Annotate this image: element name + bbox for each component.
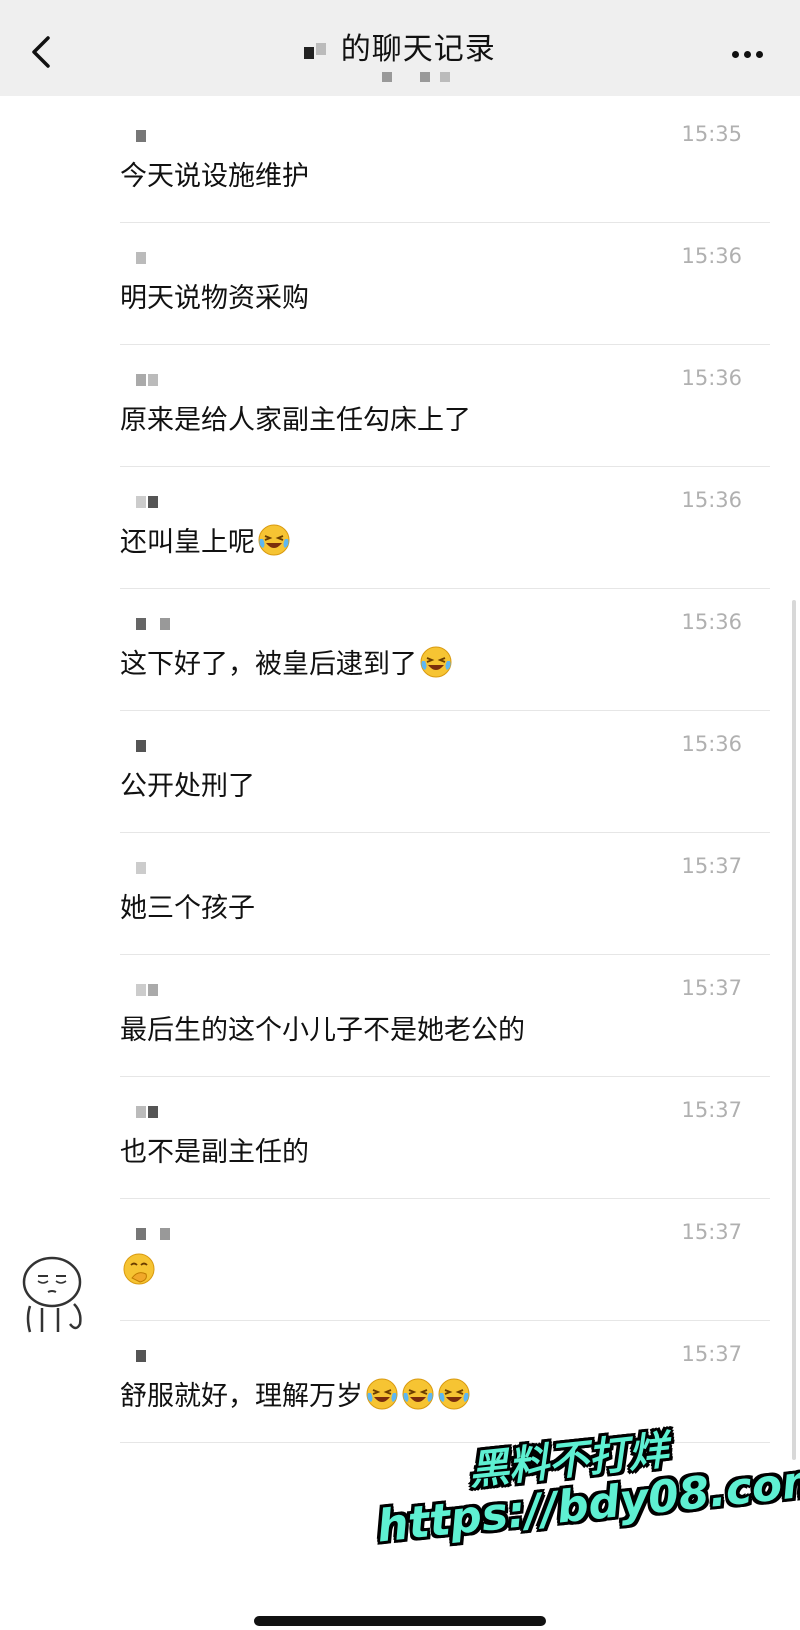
message-row[interactable]: 15:36 公开处刑了: [120, 706, 770, 833]
sender-name-censored: [136, 740, 176, 754]
message-row[interactable]: 15:36 这下好了，被皇后逮到了: [120, 584, 770, 711]
message-text: 也不是副主任的: [120, 1130, 309, 1169]
message-text-content: 这下好了，被皇后逮到了: [120, 649, 417, 680]
message-time: 15:37: [681, 1220, 742, 1244]
laughing-tears-emoji: [420, 646, 452, 678]
nav-header: 的聊天记录: [0, 0, 800, 96]
sender-name-censored: [136, 618, 176, 632]
message-row[interactable]: 15:37: [120, 1194, 770, 1321]
message-text: 舒服就好，理解万岁: [120, 1374, 471, 1413]
ellipsis-icon: [732, 51, 739, 58]
sender-name-censored: [136, 252, 176, 266]
message-time: 15:37: [681, 1342, 742, 1366]
message-row[interactable]: 15:36 还叫皇上呢: [120, 462, 770, 589]
message-time: 15:37: [681, 1098, 742, 1122]
message-time: 15:36: [681, 244, 742, 268]
watermark-url: https://bdy08.com: [374, 1454, 800, 1553]
message-text-content: 舒服就好，理解万岁: [120, 1381, 363, 1412]
sender-name-censored: [136, 1106, 176, 1120]
message-time: 15:37: [681, 976, 742, 1000]
message-text: 她三个孩子: [120, 886, 255, 925]
message-row[interactable]: 15:37 舒服就好，理解万岁: [120, 1316, 770, 1443]
message-text-content: 她三个孩子: [120, 893, 255, 924]
censor-mosaic: [304, 41, 330, 61]
message-row[interactable]: 15:37 最后生的这个小儿子不是她老公的: [120, 950, 770, 1077]
message-text-content: 明天说物资采购: [120, 283, 309, 314]
more-options-button[interactable]: [732, 43, 772, 59]
message-text: 原来是给人家副主任勾床上了: [120, 398, 471, 437]
message-text: 公开处刑了: [120, 764, 255, 803]
sender-name-censored: [136, 1228, 176, 1242]
message-text: [120, 1252, 156, 1287]
message-text: 今天说设施维护: [120, 154, 309, 193]
message-text: 这下好了，被皇后逮到了: [120, 642, 453, 681]
message-row[interactable]: 15:36 原来是给人家副主任勾床上了: [120, 340, 770, 467]
message-text-content: 也不是副主任的: [120, 1137, 309, 1168]
message-text: 最后生的这个小儿子不是她老公的: [120, 1008, 525, 1047]
message-time: 15:36: [681, 366, 742, 390]
sender-name-censored: [136, 1350, 176, 1364]
laughing-tears-emoji: [258, 524, 290, 556]
sender-name-censored: [136, 496, 176, 510]
message-time: 15:36: [681, 610, 742, 634]
sender-name-censored: [136, 862, 176, 876]
scrollbar[interactable]: [792, 600, 796, 1460]
message-text-content: 还叫皇上呢: [120, 527, 255, 558]
message-text-content: 今天说设施维护: [120, 161, 309, 192]
message-text: 明天说物资采购: [120, 276, 309, 315]
laughing-tears-emoji: [438, 1378, 470, 1410]
message-text: 还叫皇上呢: [120, 520, 291, 559]
message-text-content: 公开处刑了: [120, 771, 255, 802]
message-row[interactable]: 15:37 她三个孩子: [120, 828, 770, 955]
message-time: 15:36: [681, 732, 742, 756]
message-row[interactable]: 15:35 今天说设施维护: [120, 96, 770, 223]
message-row[interactable]: 15:37 也不是副主任的: [120, 1072, 770, 1199]
message-time: 15:37: [681, 854, 742, 878]
censor-mosaic: [382, 72, 472, 88]
home-indicator: [254, 1616, 546, 1626]
laughing-tears-emoji: [366, 1378, 398, 1410]
message-time: 15:35: [681, 122, 742, 146]
laughing-tears-emoji: [402, 1378, 434, 1410]
page-title: 的聊天记录: [0, 24, 800, 68]
message-text-content: 原来是给人家副主任勾床上了: [120, 405, 471, 436]
sender-name-censored: [136, 374, 176, 388]
message-text-content: 最后生的这个小儿子不是她老公的: [120, 1015, 525, 1046]
sender-name-censored: [136, 130, 176, 144]
sender-name-censored: [136, 984, 176, 998]
message-row[interactable]: 15:36 明天说物资采购: [120, 218, 770, 345]
covering-mouth-emoji: [123, 1253, 155, 1285]
message-time: 15:36: [681, 488, 742, 512]
avatar[interactable]: [14, 1252, 94, 1336]
